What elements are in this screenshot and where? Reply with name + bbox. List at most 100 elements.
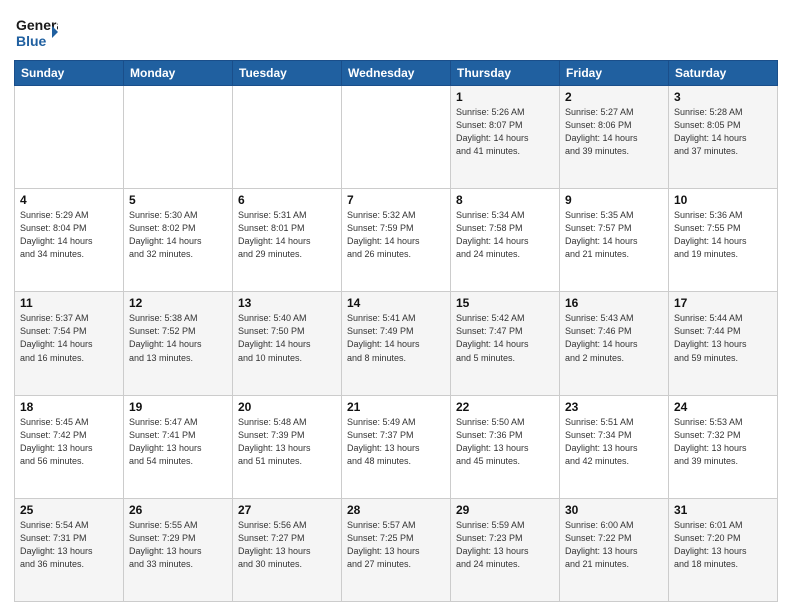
day-cell — [15, 86, 124, 189]
day-number: 7 — [347, 193, 445, 207]
day-cell: 16 Sunrise: 5:43 AM Sunset: 7:46 PM Dayli… — [560, 292, 669, 395]
day-cell: 21 Sunrise: 5:49 AM Sunset: 7:37 PM Dayli… — [342, 395, 451, 498]
day-number: 15 — [456, 296, 554, 310]
day-detail: Sunrise: 5:54 AM Sunset: 7:31 PM Dayligh… — [20, 519, 118, 571]
day-detail: Sunrise: 5:51 AM Sunset: 7:34 PM Dayligh… — [565, 416, 663, 468]
day-cell: 19Sunrise: 5:47 AM Sunset: 7:41 PM Dayli… — [124, 395, 233, 498]
day-cell: 7 Sunrise: 5:32 AM Sunset: 7:59 PM Daylig… — [342, 189, 451, 292]
day-cell: 17Sunrise: 5:44 AM Sunset: 7:44 PM Dayli… — [669, 292, 778, 395]
day-number: 12 — [129, 296, 227, 310]
day-detail: Sunrise: 5:59 AM Sunset: 7:23 PM Dayligh… — [456, 519, 554, 571]
day-number: 13 — [238, 296, 336, 310]
day-cell: 14Sunrise: 5:41 AM Sunset: 7:49 PM Dayli… — [342, 292, 451, 395]
day-cell: 20 Sunrise: 5:48 AM Sunset: 7:39 PM Dayli… — [233, 395, 342, 498]
dow-monday: Monday — [124, 61, 233, 86]
week-row-2: 11 Sunrise: 5:37 AM Sunset: 7:54 PM Dayli… — [15, 292, 778, 395]
day-detail: Sunrise: 5:38 AM Sunset: 7:52 PM Dayligh… — [129, 312, 227, 364]
day-cell — [233, 86, 342, 189]
day-cell: 18Sunrise: 5:45 AM Sunset: 7:42 PM Dayli… — [15, 395, 124, 498]
day-number: 21 — [347, 400, 445, 414]
day-number: 29 — [456, 503, 554, 517]
day-detail: Sunrise: 5:35 AM Sunset: 7:57 PM Dayligh… — [565, 209, 663, 261]
day-cell: 11 Sunrise: 5:37 AM Sunset: 7:54 PM Dayli… — [15, 292, 124, 395]
day-detail: Sunrise: 5:41 AM Sunset: 7:49 PM Dayligh… — [347, 312, 445, 364]
day-detail: Sunrise: 5:57 AM Sunset: 7:25 PM Dayligh… — [347, 519, 445, 571]
day-detail: Sunrise: 5:43 AM Sunset: 7:46 PM Dayligh… — [565, 312, 663, 364]
day-number: 4 — [20, 193, 118, 207]
day-cell: 4 Sunrise: 5:29 AM Sunset: 8:04 PM Daylig… — [15, 189, 124, 292]
day-number: 26 — [129, 503, 227, 517]
day-detail: Sunrise: 5:30 AM Sunset: 8:02 PM Dayligh… — [129, 209, 227, 261]
calendar-body: 1Sunrise: 5:26 AM Sunset: 8:07 PM Daylig… — [15, 86, 778, 602]
day-number: 20 — [238, 400, 336, 414]
header: General Blue — [14, 10, 778, 54]
day-number: 18 — [20, 400, 118, 414]
svg-text:General: General — [16, 17, 58, 33]
day-number: 22 — [456, 400, 554, 414]
logo-svg: General Blue — [14, 10, 58, 54]
svg-text:Blue: Blue — [16, 33, 47, 49]
day-cell: 5 Sunrise: 5:30 AM Sunset: 8:02 PM Daylig… — [124, 189, 233, 292]
day-detail: Sunrise: 5:48 AM Sunset: 7:39 PM Dayligh… — [238, 416, 336, 468]
day-cell: 23 Sunrise: 5:51 AM Sunset: 7:34 PM Dayli… — [560, 395, 669, 498]
day-number: 19 — [129, 400, 227, 414]
day-cell — [124, 86, 233, 189]
page: General Blue SundayMondayTuesdayWednesda… — [0, 0, 792, 612]
day-number: 6 — [238, 193, 336, 207]
day-number: 1 — [456, 90, 554, 104]
day-number: 10 — [674, 193, 772, 207]
dow-sunday: Sunday — [15, 61, 124, 86]
day-cell: 29 Sunrise: 5:59 AM Sunset: 7:23 PM Dayli… — [451, 498, 560, 601]
day-detail: Sunrise: 5:50 AM Sunset: 7:36 PM Dayligh… — [456, 416, 554, 468]
day-cell: 15Sunrise: 5:42 AM Sunset: 7:47 PM Dayli… — [451, 292, 560, 395]
day-detail: Sunrise: 5:37 AM Sunset: 7:54 PM Dayligh… — [20, 312, 118, 364]
day-detail: Sunrise: 5:34 AM Sunset: 7:58 PM Dayligh… — [456, 209, 554, 261]
week-row-4: 25 Sunrise: 5:54 AM Sunset: 7:31 PM Dayli… — [15, 498, 778, 601]
day-number: 3 — [674, 90, 772, 104]
day-detail: Sunrise: 5:40 AM Sunset: 7:50 PM Dayligh… — [238, 312, 336, 364]
day-cell: 10 Sunrise: 5:36 AM Sunset: 7:55 PM Dayli… — [669, 189, 778, 292]
day-number: 11 — [20, 296, 118, 310]
day-number: 5 — [129, 193, 227, 207]
day-number: 24 — [674, 400, 772, 414]
dow-saturday: Saturday — [669, 61, 778, 86]
day-number: 30 — [565, 503, 663, 517]
day-cell: 30Sunrise: 6:00 AM Sunset: 7:22 PM Dayli… — [560, 498, 669, 601]
day-cell: 24 Sunrise: 5:53 AM Sunset: 7:32 PM Dayli… — [669, 395, 778, 498]
day-cell: 12 Sunrise: 5:38 AM Sunset: 7:52 PM Dayli… — [124, 292, 233, 395]
day-of-week-header: SundayMondayTuesdayWednesdayThursdayFrid… — [15, 61, 778, 86]
day-cell: 25 Sunrise: 5:54 AM Sunset: 7:31 PM Dayli… — [15, 498, 124, 601]
day-detail: Sunrise: 5:55 AM Sunset: 7:29 PM Dayligh… — [129, 519, 227, 571]
calendar: SundayMondayTuesdayWednesdayThursdayFrid… — [14, 60, 778, 602]
day-cell: 3 Sunrise: 5:28 AM Sunset: 8:05 PM Daylig… — [669, 86, 778, 189]
day-detail: Sunrise: 5:53 AM Sunset: 7:32 PM Dayligh… — [674, 416, 772, 468]
logo: General Blue — [14, 10, 58, 54]
day-number: 31 — [674, 503, 772, 517]
day-number: 27 — [238, 503, 336, 517]
week-row-3: 18Sunrise: 5:45 AM Sunset: 7:42 PM Dayli… — [15, 395, 778, 498]
day-number: 17 — [674, 296, 772, 310]
dow-thursday: Thursday — [451, 61, 560, 86]
day-cell: 27 Sunrise: 5:56 AM Sunset: 7:27 PM Dayli… — [233, 498, 342, 601]
day-number: 25 — [20, 503, 118, 517]
day-number: 16 — [565, 296, 663, 310]
day-cell: 9Sunrise: 5:35 AM Sunset: 7:57 PM Daylig… — [560, 189, 669, 292]
day-cell: 8 Sunrise: 5:34 AM Sunset: 7:58 PM Daylig… — [451, 189, 560, 292]
day-number: 2 — [565, 90, 663, 104]
day-number: 23 — [565, 400, 663, 414]
day-detail: Sunrise: 5:28 AM Sunset: 8:05 PM Dayligh… — [674, 106, 772, 158]
day-detail: Sunrise: 5:49 AM Sunset: 7:37 PM Dayligh… — [347, 416, 445, 468]
day-detail: Sunrise: 6:01 AM Sunset: 7:20 PM Dayligh… — [674, 519, 772, 571]
day-detail: Sunrise: 5:36 AM Sunset: 7:55 PM Dayligh… — [674, 209, 772, 261]
day-cell: 28 Sunrise: 5:57 AM Sunset: 7:25 PM Dayli… — [342, 498, 451, 601]
day-cell: 22 Sunrise: 5:50 AM Sunset: 7:36 PM Dayli… — [451, 395, 560, 498]
day-detail: Sunrise: 5:29 AM Sunset: 8:04 PM Dayligh… — [20, 209, 118, 261]
day-cell: 1Sunrise: 5:26 AM Sunset: 8:07 PM Daylig… — [451, 86, 560, 189]
dow-friday: Friday — [560, 61, 669, 86]
day-number: 8 — [456, 193, 554, 207]
day-cell — [342, 86, 451, 189]
day-number: 28 — [347, 503, 445, 517]
day-detail: Sunrise: 5:32 AM Sunset: 7:59 PM Dayligh… — [347, 209, 445, 261]
day-cell: 2Sunrise: 5:27 AM Sunset: 8:06 PM Daylig… — [560, 86, 669, 189]
day-detail: Sunrise: 5:56 AM Sunset: 7:27 PM Dayligh… — [238, 519, 336, 571]
